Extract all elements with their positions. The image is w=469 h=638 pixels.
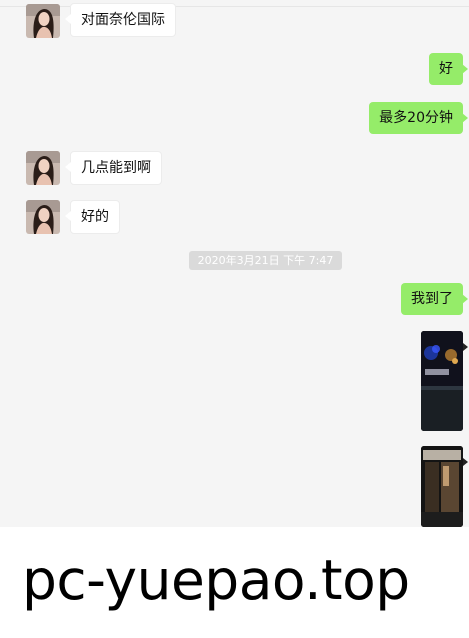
photo-pointer [463,343,468,351]
message-outgoing[interactable]: 我到了 [401,283,468,315]
contact-avatar[interactable] [26,151,60,185]
message-outgoing[interactable]: 最多20分钟 [369,102,468,134]
message-incoming[interactable]: 对面奈伦国际 [65,3,176,37]
message-outgoing[interactable]: 好 [429,53,468,85]
watermark-banner: pc-yuepao.top [0,527,469,638]
photo-message[interactable] [421,331,463,431]
message-incoming[interactable]: 几点能到啊 [65,151,162,185]
contact-avatar[interactable] [26,200,60,234]
photo-pointer [463,458,468,466]
message-timestamp: 2020年3月21日 下午 7:47 [189,251,342,270]
contact-avatar[interactable] [26,4,60,38]
message-incoming[interactable]: 好的 [65,200,120,234]
photo-message[interactable] [421,446,463,527]
watermark-text: pc-yuepao.top [22,548,410,612]
